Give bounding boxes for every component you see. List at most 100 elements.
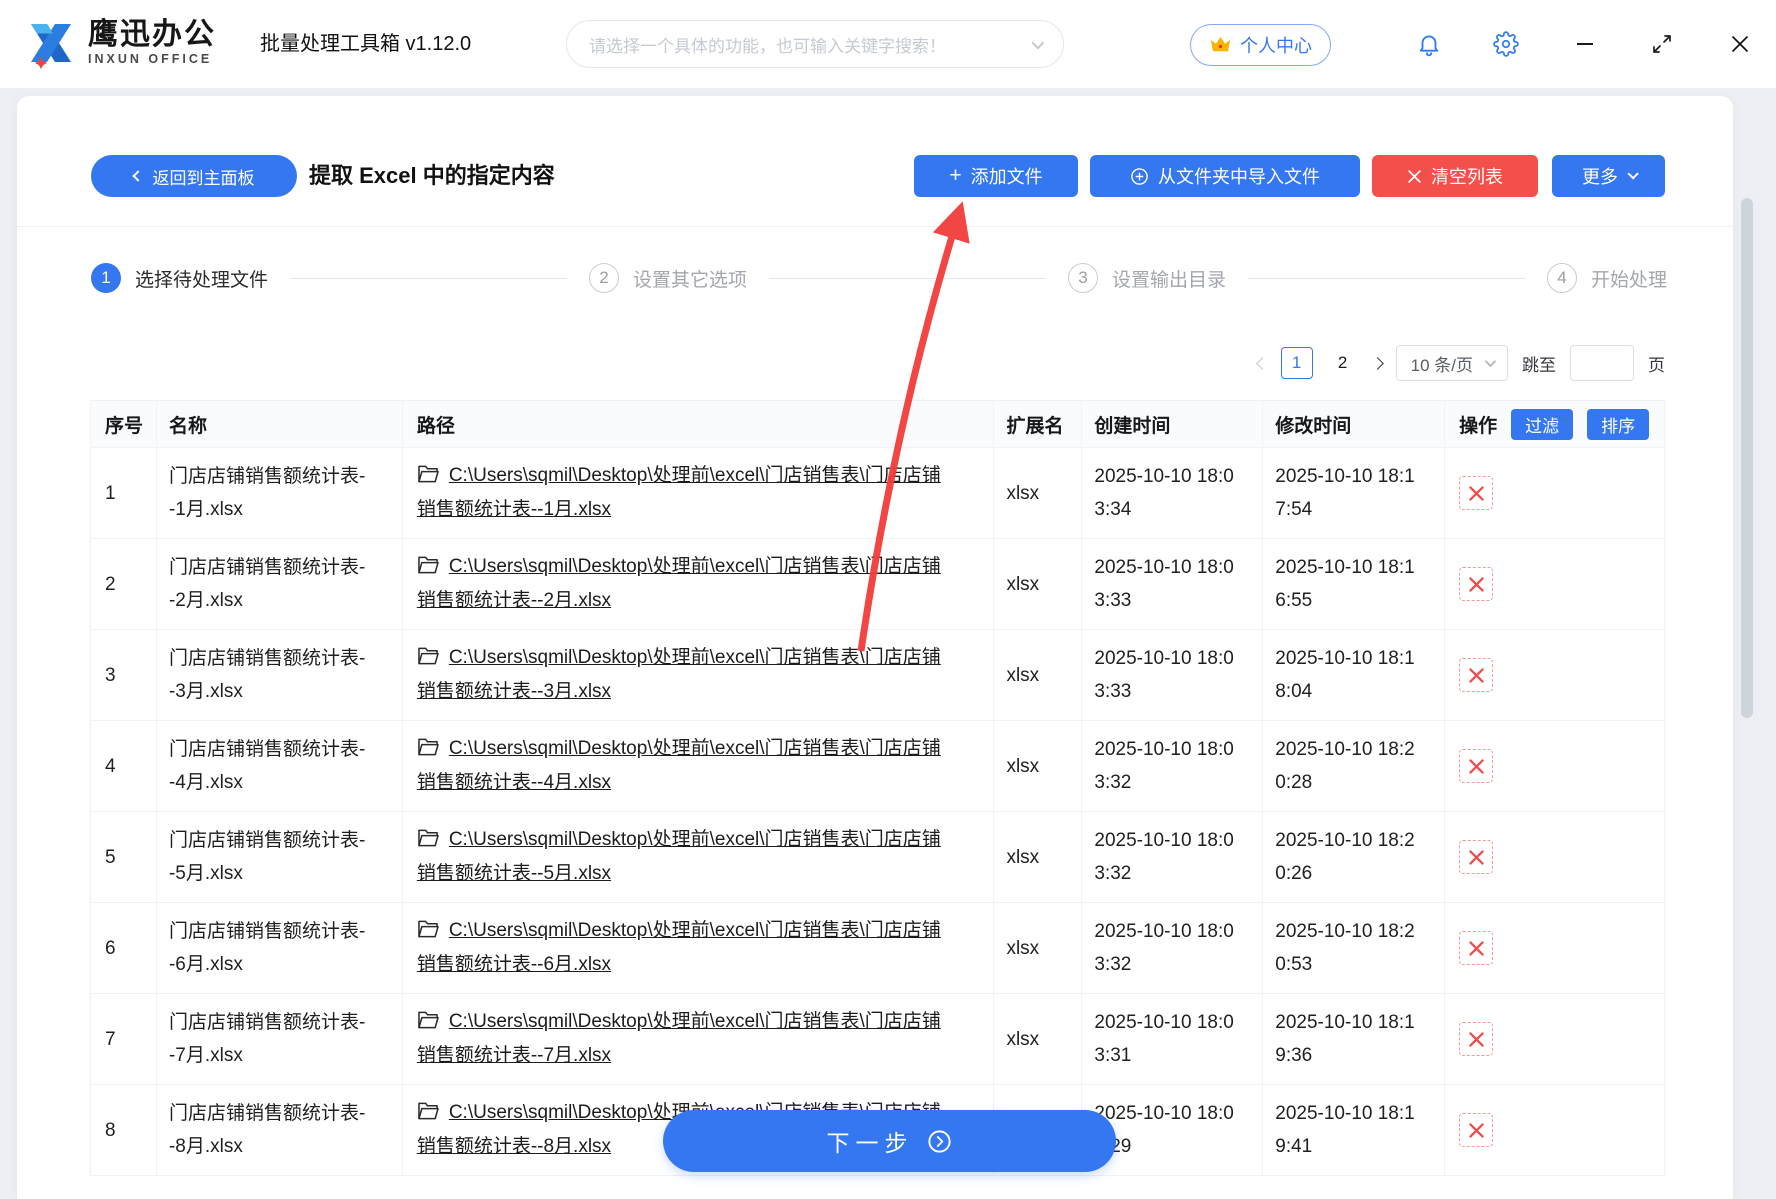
file-name: 门店店铺销售额统计表--2月.xlsx [157,539,403,630]
table-row: 2 门店店铺销售额统计表--2月.xlsx C:\Users\sqmil\Des… [91,539,1665,630]
filter-button[interactable]: 过滤 [1511,409,1573,440]
chevron-down-icon [1627,168,1638,179]
step-label: 设置其它选项 [633,265,747,292]
header-modified: 修改时间 [1263,401,1445,448]
row-index: 2 [91,539,157,630]
modified-time: 2025-10-10 18:17:54 [1263,448,1445,539]
file-ext: xlsx [994,539,1082,630]
operation-cell [1445,630,1665,721]
file-path-cell: C:\Users\sqmil\Desktop\处理前\excel\门店销售表\门… [403,903,995,994]
clear-list-button[interactable]: 清空列表 [1372,155,1538,197]
delete-file-button[interactable] [1459,931,1493,965]
file-ext: xlsx [994,994,1082,1085]
chevron-left-icon [132,170,143,181]
folder-icon [417,1101,440,1121]
logo-subtitle: INXUN OFFICE [88,51,216,67]
created-time: 2025-10-10 18:03:32 [1082,721,1263,812]
file-table: 序号 名称 路径 扩展名 创建时间 修改时间 操作 过滤 排序 1 门店店铺销售… [90,400,1665,1176]
step-2-options: 2 设置其它选项 [589,263,747,293]
import-folder-label: 从文件夹中导入文件 [1158,163,1320,189]
folder-icon [417,646,440,666]
file-path-link[interactable]: C:\Users\sqmil\Desktop\处理前\excel\门店销售表\门… [417,647,941,702]
modified-time: 2025-10-10 18:20:28 [1263,721,1445,812]
settings-gear-icon[interactable] [1490,28,1522,60]
modified-time: 2025-10-10 18:16:55 [1263,539,1445,630]
file-path-link[interactable]: C:\Users\sqmil\Desktop\处理前\excel\门店销售表\门… [417,556,941,611]
personal-center-button[interactable]: 个人中心 [1190,24,1331,66]
step-label: 设置输出目录 [1112,265,1226,292]
function-search-select[interactable]: 请选择一个具体的功能，也可输入关键字搜索！ [566,20,1064,68]
created-time: 2025-10-10 18:03:32 [1082,903,1263,994]
file-name: 门店店铺销售额统计表--5月.xlsx [157,812,403,903]
file-path-link[interactable]: C:\Users\sqmil\Desktop\处理前\excel\门店销售表\门… [417,738,941,793]
scrollbar-thumb[interactable] [1741,198,1753,718]
operation-cell [1445,1085,1665,1176]
notification-bell-icon[interactable] [1413,28,1445,60]
more-button[interactable]: 更多 [1552,155,1665,197]
import-from-folder-button[interactable]: 从文件夹中导入文件 [1090,155,1360,197]
file-name: 门店店铺销售额统计表--6月.xlsx [157,903,403,994]
chevron-down-icon [1485,356,1496,367]
file-path-link[interactable]: C:\Users\sqmil\Desktop\处理前\excel\门店销售表\门… [417,920,941,975]
file-path-link[interactable]: C:\Users\sqmil\Desktop\处理前\excel\门店销售表\门… [417,829,941,884]
file-path-link[interactable]: C:\Users\sqmil\Desktop\处理前\excel\门店销售表\门… [417,465,941,520]
file-path-link[interactable]: C:\Users\sqmil\Desktop\处理前\excel\门店销售表\门… [417,1011,941,1066]
created-time: 2025-10-10 18:03:33 [1082,539,1263,630]
delete-file-button[interactable] [1459,658,1493,692]
add-file-button[interactable]: + 添加文件 [914,155,1078,197]
row-index: 5 [91,812,157,903]
delete-file-button[interactable] [1459,840,1493,874]
delete-x-icon [1468,758,1485,775]
file-ext: xlsx [994,903,1082,994]
delete-x-icon [1468,849,1485,866]
app-logo: 鹰迅办公 INXUN OFFICE [22,15,216,71]
search-placeholder: 请选择一个具体的功能，也可输入关键字搜索！ [589,32,1022,57]
header-name: 名称 [157,401,403,448]
step-4-start: 4 开始处理 [1547,263,1667,293]
header-operation: 操作 过滤 排序 [1445,401,1665,448]
row-index: 4 [91,721,157,812]
more-label: 更多 [1582,163,1618,189]
file-ext: xlsx [994,448,1082,539]
file-ext: xlsx [994,630,1082,721]
circle-arrow-right-icon [926,1128,953,1155]
jump-page-input[interactable] [1570,345,1634,381]
file-ext: xlsx [994,812,1082,903]
next-page-button[interactable] [1371,357,1384,370]
resize-button[interactable] [1646,28,1678,60]
page-size-select[interactable]: 10 条/页 [1396,345,1508,381]
file-name: 门店店铺销售额统计表--8月.xlsx [157,1085,403,1176]
modified-time: 2025-10-10 18:18:04 [1263,630,1445,721]
minimize-button[interactable] [1569,28,1601,60]
page-button-2[interactable]: 2 [1327,347,1359,379]
delete-file-button[interactable] [1459,749,1493,783]
delete-file-button[interactable] [1459,567,1493,601]
table-row: 1 门店店铺销售额统计表--1月.xlsx C:\Users\sqmil\Des… [91,448,1665,539]
close-button[interactable] [1724,28,1756,60]
folder-icon [417,919,440,939]
table-row: 6 门店店铺销售额统计表--6月.xlsx C:\Users\sqmil\Des… [91,903,1665,994]
file-path-cell: C:\Users\sqmil\Desktop\处理前\excel\门店销售表\门… [403,448,995,539]
delete-file-button[interactable] [1459,1113,1493,1147]
delete-x-icon [1468,1122,1485,1139]
modified-time: 2025-10-10 18:20:26 [1263,812,1445,903]
folder-icon [417,555,440,575]
modified-time: 2025-10-10 18:19:41 [1263,1085,1445,1176]
folder-icon [417,828,440,848]
jump-label: 跳至 [1522,351,1556,376]
delete-file-button[interactable] [1459,476,1493,510]
step-connector [769,278,1046,279]
created-time: 2025-10-10 18:03:31 [1082,994,1263,1085]
sort-button[interactable]: 排序 [1587,409,1649,440]
prev-page-button[interactable] [1256,357,1269,370]
step-number: 4 [1547,263,1577,293]
back-to-dashboard-button[interactable]: 返回到主面板 [91,155,297,197]
page-button-1[interactable]: 1 [1281,347,1313,379]
next-step-button[interactable]: 下一步 [663,1110,1116,1172]
modified-time: 2025-10-10 18:19:36 [1263,994,1445,1085]
file-name: 门店店铺销售额统计表--4月.xlsx [157,721,403,812]
delete-file-button[interactable] [1459,1022,1493,1056]
table-header-row: 序号 名称 路径 扩展名 创建时间 修改时间 操作 过滤 排序 [91,401,1665,448]
delete-x-icon [1468,667,1485,684]
divider [17,226,1733,227]
